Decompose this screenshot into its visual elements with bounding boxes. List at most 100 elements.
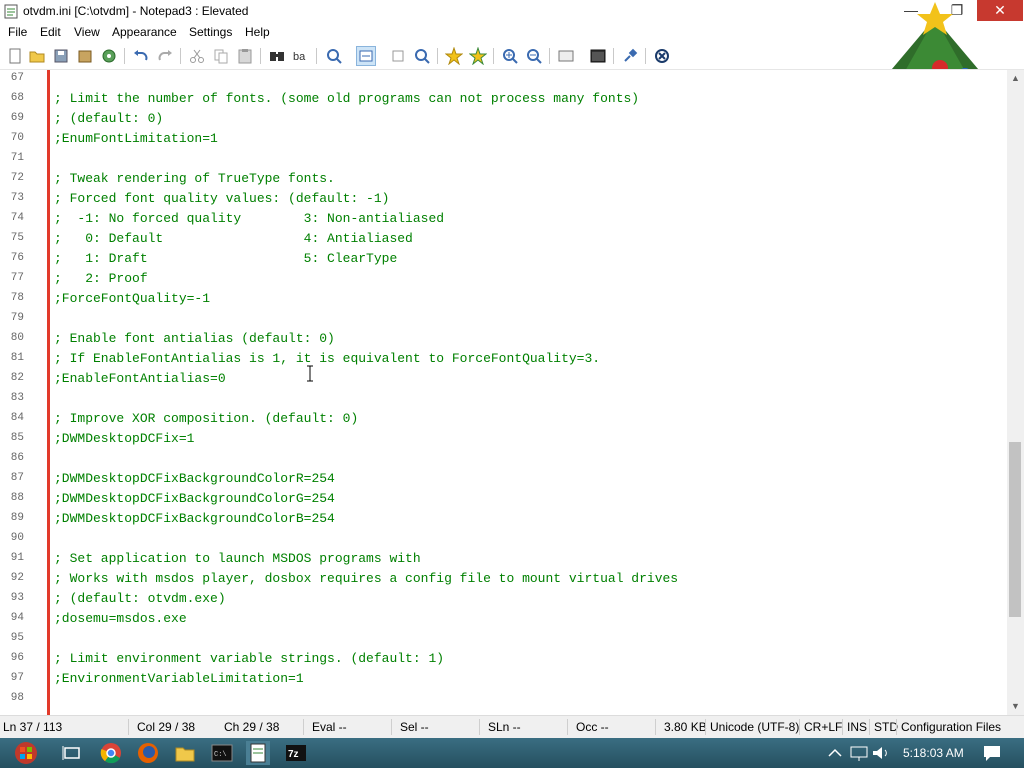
find-icon[interactable] (268, 47, 286, 65)
open-folder-icon[interactable] (28, 47, 46, 65)
line-number[interactable]: 92 (0, 572, 24, 584)
vertical-scrollbar[interactable]: ▲ ▼ (1007, 70, 1024, 715)
line-number[interactable]: 83 (0, 392, 24, 404)
task-view-icon[interactable] (60, 741, 84, 765)
line-number[interactable]: 82 (0, 372, 24, 384)
zoom-in-icon[interactable] (501, 47, 519, 65)
line-number[interactable]: 89 (0, 512, 24, 524)
cut-icon[interactable] (188, 47, 206, 65)
line-number[interactable]: 76 (0, 252, 24, 264)
status-occurrences[interactable]: Occ -- (576, 720, 609, 734)
paste-icon[interactable] (236, 47, 254, 65)
editor-text-area[interactable]: 67 68 69 70 71 72 73 74 75 76 77 78 79 80 81 82 83 84 85 86… (0, 70, 1007, 715)
zoom-icon[interactable] (413, 47, 431, 65)
long-line-icon[interactable] (389, 47, 407, 65)
status-eval[interactable]: Eval -- (312, 720, 347, 734)
line-number[interactable]: 87 (0, 472, 24, 484)
status-line[interactable]: Ln 37 / 113 (3, 720, 62, 734)
line-number[interactable]: 94 (0, 612, 24, 624)
pin-icon[interactable] (621, 47, 639, 65)
code-line: ; Enable font antialias (default: 0) (54, 331, 335, 346)
menu-view[interactable]: View (74, 25, 100, 39)
status-std[interactable]: STD (874, 720, 898, 734)
line-number[interactable]: 75 (0, 232, 24, 244)
favorites-icon[interactable] (445, 47, 463, 65)
copy-icon[interactable] (212, 47, 230, 65)
notification-icon[interactable] (980, 741, 1004, 765)
taskbar: C:\ 7z 5:18:03 AM (0, 738, 1024, 768)
status-selected-lines[interactable]: SLn -- (488, 720, 521, 734)
status-file-size[interactable]: 3.80 KB (664, 720, 707, 734)
scrollbar-thumb[interactable] (1009, 442, 1021, 617)
code-line: ; Works with msdos player, dosbox requir… (54, 571, 679, 586)
status-insert-mode[interactable]: INS (847, 720, 867, 734)
cmd-icon[interactable]: C:\ (210, 741, 234, 765)
chrome-icon[interactable] (99, 741, 123, 765)
firefox-icon[interactable] (136, 741, 160, 765)
status-encoding[interactable]: Unicode (UTF-8) (710, 720, 799, 734)
show-hidden-icon[interactable] (823, 741, 847, 765)
line-number[interactable]: 88 (0, 492, 24, 504)
new-file-icon[interactable] (6, 47, 24, 65)
scheme-icon[interactable] (557, 47, 575, 65)
line-number[interactable]: 85 (0, 432, 24, 444)
status-lexer[interactable]: Configuration Files (901, 720, 1001, 734)
status-selection[interactable]: Sel -- (400, 720, 429, 734)
taskbar-clock[interactable]: 5:18:03 AM (903, 746, 964, 760)
line-number[interactable]: 78 (0, 292, 24, 304)
7zip-icon[interactable]: 7z (284, 741, 308, 765)
line-number[interactable]: 80 (0, 332, 24, 344)
network-icon[interactable] (847, 741, 871, 765)
line-number[interactable]: 93 (0, 592, 24, 604)
word-wrap-icon[interactable] (356, 46, 376, 66)
line-number[interactable]: 72 (0, 172, 24, 184)
notepad3-icon[interactable] (246, 741, 270, 765)
goto-icon[interactable] (325, 47, 343, 65)
undo-icon[interactable] (132, 47, 150, 65)
status-separator (869, 719, 870, 735)
line-number[interactable]: 95 (0, 632, 24, 644)
line-number[interactable]: 68 (0, 92, 24, 104)
scroll-down-icon[interactable]: ▼ (1007, 698, 1024, 715)
line-number[interactable]: 91 (0, 552, 24, 564)
status-char[interactable]: Ch 29 / 38 (224, 720, 279, 734)
line-number[interactable]: 71 (0, 152, 24, 164)
line-number[interactable]: 69 (0, 112, 24, 124)
line-number-gutter[interactable]: 67 68 69 70 71 72 73 74 75 76 77 78 79 80 81 82 83 84 85 86… (0, 70, 43, 715)
notepad3-app-icon (4, 4, 18, 19)
line-number[interactable]: 84 (0, 412, 24, 424)
status-column[interactable]: Col 29 / 38 (137, 720, 195, 734)
line-number[interactable]: 74 (0, 212, 24, 224)
add-favorite-icon[interactable] (469, 47, 487, 65)
line-number[interactable]: 97 (0, 672, 24, 684)
line-number[interactable]: 81 (0, 352, 24, 364)
line-number[interactable]: 79 (0, 312, 24, 324)
menu-file[interactable]: File (8, 25, 27, 39)
menu-bar: File Edit View Appearance Settings Help (0, 23, 1024, 43)
line-number[interactable]: 73 (0, 192, 24, 204)
browse-icon[interactable] (100, 47, 118, 65)
menu-settings[interactable]: Settings (189, 25, 232, 39)
save-as-icon[interactable] (76, 47, 94, 65)
menu-edit[interactable]: Edit (40, 25, 61, 39)
redo-icon[interactable] (156, 47, 174, 65)
line-number[interactable]: 96 (0, 652, 24, 664)
status-eol[interactable]: CR+LF (804, 720, 842, 734)
volume-icon[interactable] (869, 741, 893, 765)
replace-icon[interactable]: ba (292, 47, 310, 65)
line-number[interactable]: 70 (0, 132, 24, 144)
start-orb-icon[interactable] (14, 741, 38, 765)
line-number[interactable]: 86 (0, 452, 24, 464)
save-icon[interactable] (52, 47, 70, 65)
menu-appearance[interactable]: Appearance (112, 25, 177, 39)
scroll-up-icon[interactable]: ▲ (1007, 70, 1024, 87)
line-number[interactable]: 98 (0, 692, 24, 704)
line-number[interactable]: 67 (0, 72, 24, 84)
zoom-out-icon[interactable] (525, 47, 543, 65)
customize-icon[interactable] (589, 47, 607, 65)
line-number[interactable]: 77 (0, 272, 24, 284)
line-number[interactable]: 90 (0, 532, 24, 544)
exit-icon[interactable] (653, 47, 671, 65)
menu-help[interactable]: Help (245, 25, 270, 39)
explorer-icon[interactable] (173, 741, 197, 765)
